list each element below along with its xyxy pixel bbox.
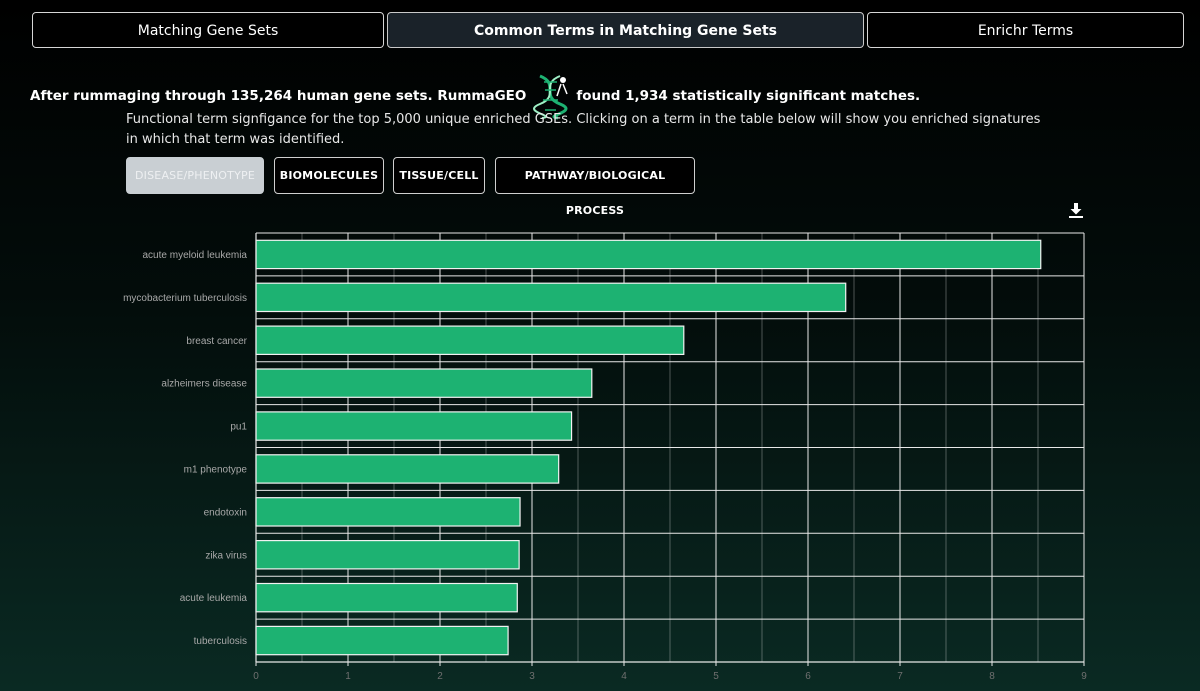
- download-icon[interactable]: [1068, 202, 1084, 218]
- chart-bar[interactable]: [255, 454, 560, 484]
- x-tick-label: 5: [713, 671, 719, 682]
- x-tick-label: 6: [805, 671, 811, 682]
- chart-bar[interactable]: [255, 411, 573, 441]
- y-tick-label: endotoxin: [204, 507, 247, 518]
- x-tick-label: 4: [621, 671, 627, 682]
- chart-bar[interactable]: [255, 539, 520, 570]
- x-tick-label: 1: [345, 671, 351, 682]
- x-tick-label: 2: [437, 671, 443, 682]
- y-tick-label: pu1: [230, 422, 247, 433]
- summary-text-after: found 1,934 statistically significant ma…: [576, 88, 921, 104]
- y-tick-label: m1 phenotype: [184, 464, 248, 475]
- y-tick-label: mycobacterium tuberculosis: [123, 293, 247, 304]
- term-significance-chart: 0 1 2 3 4 5 6 7 8 9 acute myeloid leukemia mycobact…: [123, 232, 1087, 682]
- tab-common-terms[interactable]: Common Terms in Matching Gene Sets: [387, 12, 864, 48]
- tab-matching-gene-sets[interactable]: Matching Gene Sets: [32, 12, 384, 48]
- y-tick-label: acute leukemia: [180, 593, 248, 604]
- y-tick-label: tuberculosis: [194, 636, 247, 647]
- chart-bar[interactable]: [255, 582, 518, 613]
- results-tabs: Matching Gene Sets Common Terms in Match…: [32, 12, 1184, 50]
- chart-bar[interactable]: [255, 497, 521, 527]
- category-disease-phenotype-button[interactable]: DISEASE/PHENOTYPE: [126, 157, 264, 194]
- chart-bar[interactable]: [255, 239, 1042, 270]
- summary-text-before: After rummaging through 135,264 human ge…: [30, 88, 527, 104]
- y-tick-label: breast cancer: [186, 336, 247, 347]
- y-tick-label: alzheimers disease: [161, 379, 247, 390]
- chart-bar[interactable]: [255, 325, 685, 356]
- tab-enrichr-terms[interactable]: Enrichr Terms: [867, 12, 1184, 48]
- chart-bar[interactable]: [255, 368, 593, 398]
- x-tick-label: 9: [1081, 671, 1087, 682]
- chart-bar[interactable]: [255, 625, 509, 656]
- x-tick-label: 3: [529, 671, 535, 682]
- chart-bar[interactable]: [255, 282, 847, 313]
- y-tick-label: acute myeloid leukemia: [143, 250, 248, 261]
- category-pathway-button[interactable]: PATHWAY/BIOLOGICAL PROCESS: [495, 157, 695, 217]
- x-tick-label: 7: [897, 671, 903, 682]
- x-tick-label: 8: [989, 671, 995, 682]
- x-tick-label: 0: [253, 671, 259, 682]
- category-biomolecules-button[interactable]: BIOMOLECULES: [274, 157, 384, 194]
- category-tissue-cell-button[interactable]: TISSUE/CELL: [393, 157, 485, 194]
- chart-description: Functional term signfigance for the top …: [126, 112, 1041, 147]
- y-tick-label: zika virus: [205, 550, 247, 561]
